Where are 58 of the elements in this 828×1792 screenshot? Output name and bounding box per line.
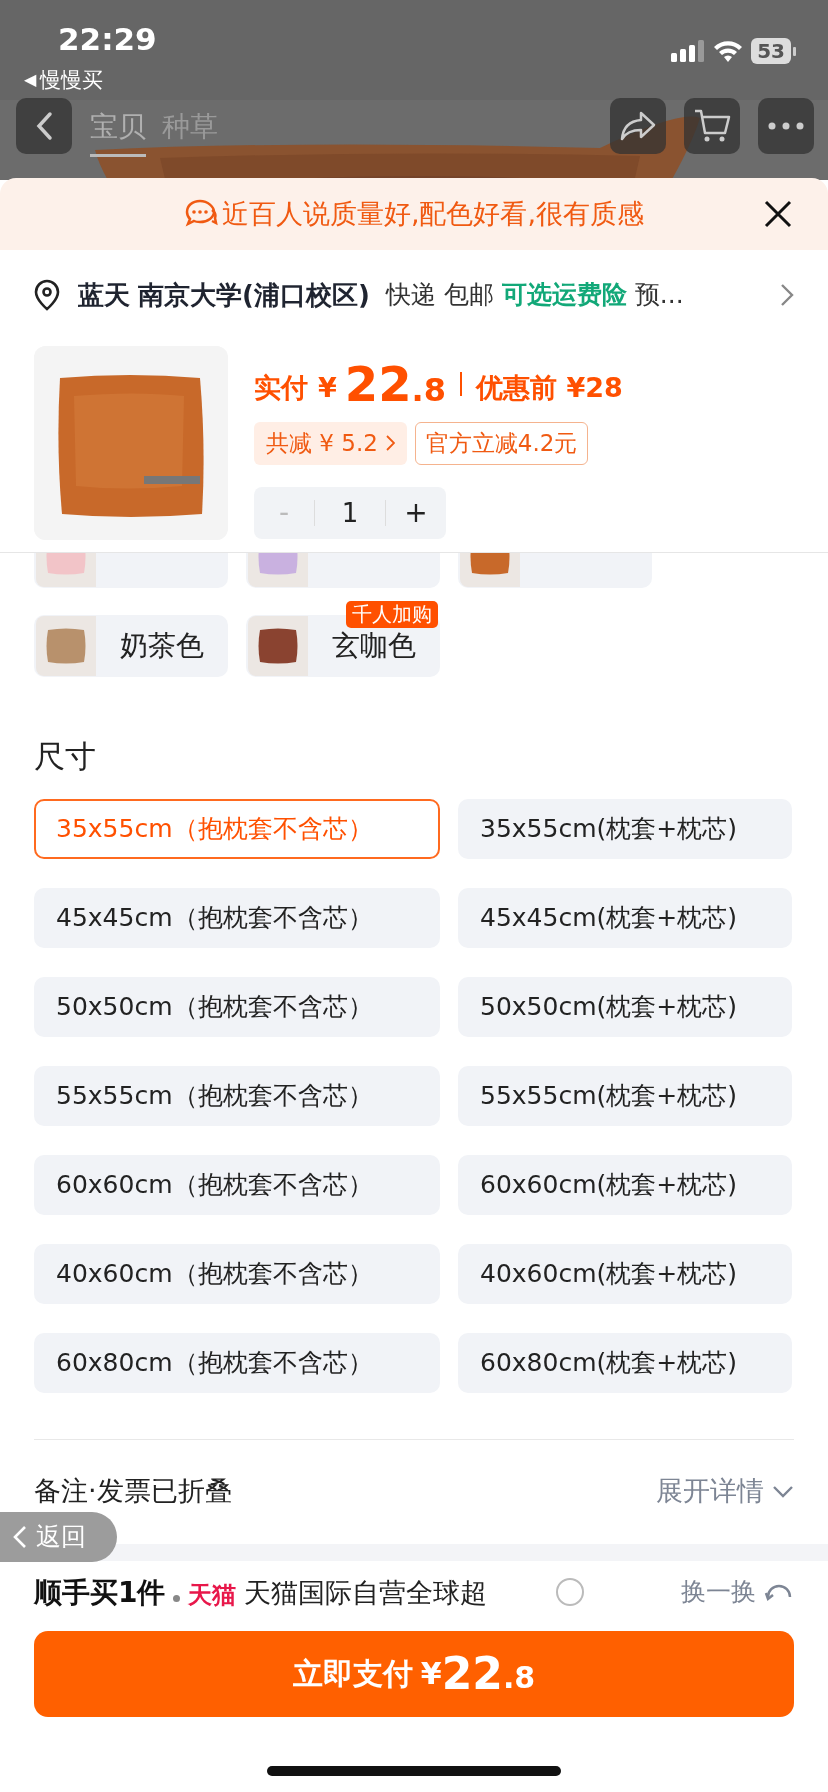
close-button[interactable] xyxy=(762,198,794,230)
recommend-title: 顺手买1件 xyxy=(34,1578,166,1607)
back-button[interactable] xyxy=(16,98,72,154)
chevron-right-icon[interactable] xyxy=(780,283,794,307)
increase-button[interactable]: + xyxy=(386,491,446,534)
help-icon[interactable] xyxy=(555,1576,586,1607)
chevron-right-icon xyxy=(385,435,395,452)
shipping-insurance-label: 可选运费险 xyxy=(501,279,627,312)
wifi-icon xyxy=(713,40,744,62)
delivery-address: 南京大学(浦口校区) xyxy=(138,278,370,312)
currency-symbol: ¥ xyxy=(318,370,337,405)
size-option[interactable]: 60x80cm（抱枕套不含芯） xyxy=(34,1332,440,1393)
price-decimal: .8 xyxy=(411,372,446,408)
signal-icon xyxy=(671,40,706,62)
size-option[interactable]: 60x60cm(枕套+枕芯) xyxy=(458,1154,792,1215)
chevron-left-icon xyxy=(35,111,53,141)
size-option[interactable]: 45x45cm（抱枕套不含芯） xyxy=(34,887,440,948)
receiver-name: 蓝天 xyxy=(78,278,130,312)
size-option[interactable]: 45x45cm(枕套+枕芯) xyxy=(458,887,792,948)
shipping-method: 快递 xyxy=(385,279,436,312)
popular-badge: 千人加购 xyxy=(346,601,438,628)
more-icon xyxy=(768,122,804,130)
cart-icon xyxy=(693,108,731,144)
share-button[interactable] xyxy=(610,98,666,154)
color-option[interactable]: 奶茶色 xyxy=(34,615,228,677)
original-price: 优惠前 ¥28 xyxy=(476,370,623,405)
share-icon xyxy=(619,110,657,142)
size-option[interactable]: 55x55cm(枕套+枕芯) xyxy=(458,1065,792,1126)
section-title: 尺寸 xyxy=(33,737,97,776)
size-option[interactable]: 40x60cm(枕套+枕芯) xyxy=(458,1243,792,1304)
status-time: 22:29 xyxy=(58,20,157,59)
delivery-estimate: 预... xyxy=(634,279,684,312)
expand-details-link[interactable]: 展开详情 xyxy=(656,1471,794,1512)
free-shipping-label: 包邮 xyxy=(443,279,494,312)
more-button[interactable] xyxy=(758,98,814,154)
size-option[interactable]: 55x55cm（抱枕套不含芯） xyxy=(34,1065,440,1126)
back-app-link[interactable]: 慢慢买 xyxy=(40,64,104,96)
size-option[interactable]: 50x50cm（抱枕套不含芯） xyxy=(34,976,440,1037)
size-option[interactable]: 35x55cm(枕套+枕芯) xyxy=(458,798,792,859)
back-arrow-icon[interactable]: ◀ xyxy=(24,68,37,93)
store-logo: 天猫 xyxy=(188,1582,237,1607)
size-option[interactable]: 60x60cm（抱枕套不含芯） xyxy=(34,1154,440,1215)
refresh-link[interactable]: 换一换 xyxy=(681,1578,756,1604)
chevron-left-icon xyxy=(12,1525,28,1549)
price-integer: 22 xyxy=(344,360,412,408)
size-option[interactable]: 60x80cm(枕套+枕芯) xyxy=(458,1332,792,1393)
paid-label: 实付 xyxy=(254,370,308,405)
size-option[interactable]: 40x60cm（抱枕套不含芯） xyxy=(34,1243,440,1304)
quantity-value: 1 xyxy=(314,499,386,526)
store-name: 天猫国际自营全球超 xyxy=(244,1578,488,1606)
location-icon xyxy=(34,279,60,311)
remarks-label: 备注·发票已折叠 xyxy=(34,1474,232,1509)
cart-button[interactable] xyxy=(684,98,740,154)
banner-text: 近百人说质量好,配色好看,很有质感 xyxy=(221,196,645,231)
size-option[interactable]: 50x50cm(枕套+枕芯) xyxy=(458,976,792,1037)
discount-tag: 官方立减4.2元 xyxy=(414,422,589,465)
chevron-down-icon xyxy=(772,1484,794,1499)
separator-dot xyxy=(173,1594,181,1602)
